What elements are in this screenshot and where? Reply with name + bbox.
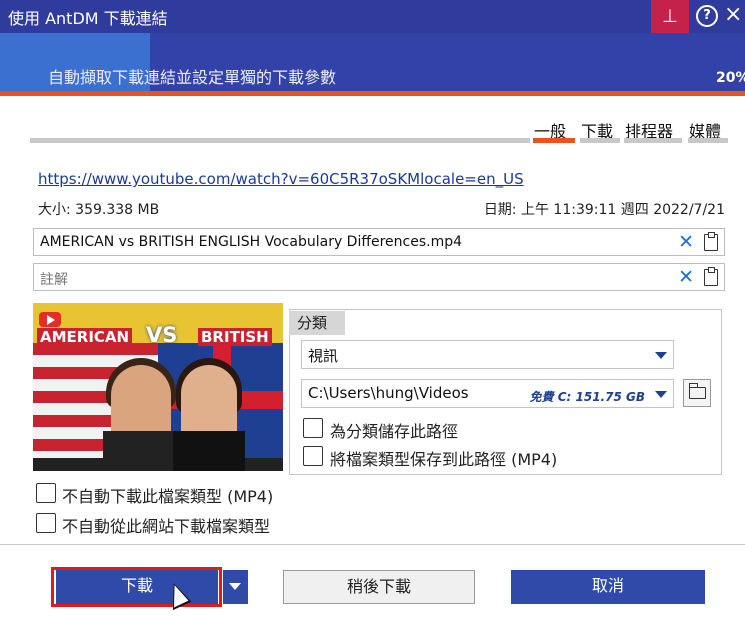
tab-general-indicator: [533, 138, 575, 143]
download-later-button[interactable]: 稍後下載: [283, 570, 475, 604]
save-path-label: 為分類儲存此路徑: [330, 422, 459, 441]
footer-divider: [0, 544, 745, 545]
close-icon[interactable]: ×: [724, 3, 742, 27]
category-select[interactable]: 視訊: [301, 340, 674, 369]
pin-icon[interactable]: ⊥: [651, 0, 689, 33]
chevron-down-icon: [655, 391, 667, 398]
no-auto-type-checkbox[interactable]: [36, 483, 56, 503]
no-auto-site-label: 不自動從此網站下載檔案類型: [62, 517, 271, 536]
no-auto-type-label: 不自動下載此檔案類型 (MP4): [62, 487, 274, 506]
save-path-checkbox[interactable]: [303, 418, 323, 438]
tab-download-indicator: [580, 138, 620, 143]
progress-percent: 20%: [716, 70, 745, 86]
header-accent-line: [0, 91, 745, 96]
clipboard-icon[interactable]: [704, 232, 718, 251]
download-options-button[interactable]: [223, 570, 248, 604]
tabs-track: [30, 138, 530, 143]
chevron-down-icon: [229, 583, 241, 590]
filename-value: AMERICAN vs BRITISH ENGLISH Vocabulary D…: [40, 234, 463, 250]
thumbnail-american-text: AMERICAN: [37, 328, 133, 346]
save-path-select[interactable]: C:\Users\hung\Videos 免費 C: 151.75 GB: [301, 379, 674, 408]
clear-filename-icon[interactable]: ✕: [678, 231, 694, 253]
download-url-link[interactable]: https://www.youtube.com/watch?v=60C5R37o…: [38, 170, 524, 188]
video-thumbnail: AMERICAN VS BRITISH: [33, 303, 283, 471]
thumbnail-vs-text: VS: [146, 323, 178, 347]
save-type-checkbox[interactable]: [303, 446, 323, 466]
thumbnail-british-text: BRITISH: [198, 328, 272, 346]
comment-placeholder: 註解: [40, 272, 68, 288]
help-icon[interactable]: ?: [696, 5, 718, 27]
person-image: [103, 431, 179, 471]
category-selected: 視訊: [308, 347, 339, 365]
person-image: [173, 431, 245, 471]
download-button-highlight: [51, 567, 222, 607]
chevron-down-icon: [655, 352, 667, 359]
thumbnail-title: AMERICAN VS BRITISH: [33, 323, 283, 351]
browse-folder-button[interactable]: [683, 379, 711, 407]
comment-field[interactable]: 註解 ✕: [33, 263, 725, 291]
clear-comment-icon[interactable]: ✕: [678, 266, 694, 288]
dialog-header: 使用 AntDM 下載連結 ⊥ ? × 自動擷取下載連結並設定單獨的下載參數 2…: [0, 0, 745, 92]
free-space-text: 免費 C: 151.75 GB: [529, 390, 645, 404]
filename-field[interactable]: AMERICAN vs BRITISH ENGLISH Vocabulary D…: [33, 228, 725, 256]
no-auto-site-checkbox[interactable]: [36, 513, 56, 533]
category-label: 分類: [289, 311, 345, 335]
cancel-button[interactable]: 取消: [511, 570, 705, 604]
folder-icon: [688, 383, 706, 399]
tab-media-indicator: [688, 138, 728, 143]
clipboard-icon[interactable]: [704, 267, 718, 286]
file-size-text: 大小: 359.338 MB: [38, 202, 160, 218]
tab-scheduler-indicator: [624, 138, 682, 143]
header-subtitle: 自動擷取下載連結並設定單獨的下載參數: [48, 68, 337, 87]
window-title: 使用 AntDM 下載連結: [8, 9, 168, 28]
save-path-value: C:\Users\hung\Videos: [308, 384, 469, 402]
file-date-text: 日期: 上午 11:39:11 週四 2022/7/21: [483, 202, 725, 218]
save-type-label: 將檔案類型保存到此路徑 (MP4): [330, 450, 558, 469]
